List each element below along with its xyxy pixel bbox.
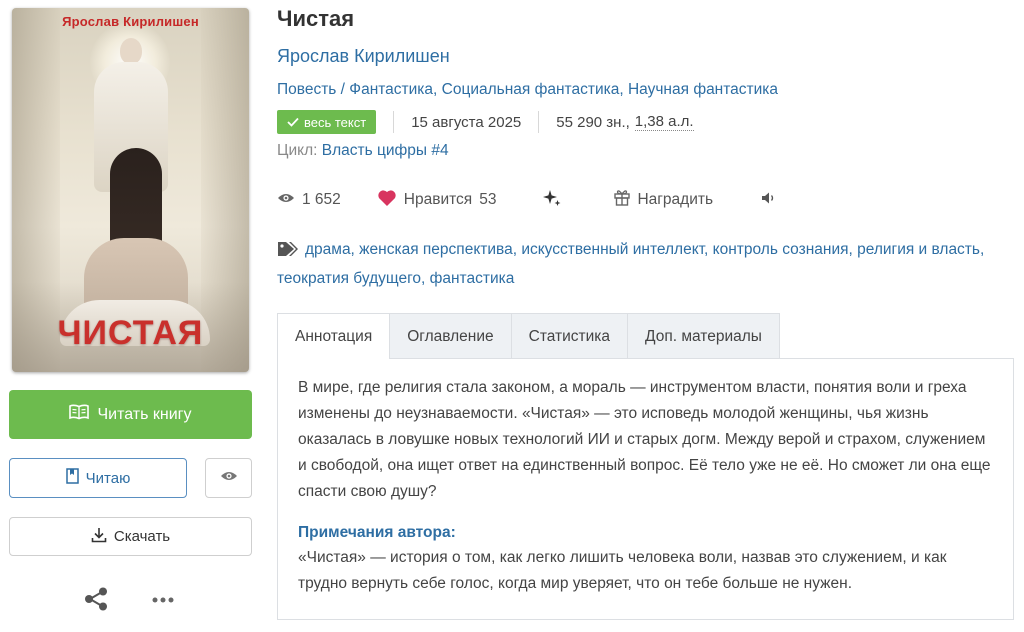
like-button[interactable]: Нравится 53 xyxy=(377,189,497,212)
heart-icon xyxy=(377,189,397,212)
gift-icon xyxy=(614,189,631,211)
reward-button[interactable]: Наградить xyxy=(614,189,713,211)
author-notes-title: Примечания автора: xyxy=(298,524,456,541)
views-count: 1 652 xyxy=(302,191,341,208)
speaker-icon xyxy=(761,191,777,210)
views-icon xyxy=(277,191,295,209)
likes-label: Нравится xyxy=(403,191,473,208)
check-icon xyxy=(287,115,299,130)
tab-extra-materials[interactable]: Доп. материалы xyxy=(627,313,780,359)
book-title: Чистая xyxy=(277,6,355,31)
download-label: Скачать xyxy=(113,528,171,545)
sparkle-button[interactable] xyxy=(542,188,562,213)
likes-count: 53 xyxy=(479,191,497,208)
full-text-label: весь текст xyxy=(304,114,367,130)
publish-date: 15 августа 2025 xyxy=(411,113,522,131)
cover-title: ЧИСТАЯ xyxy=(57,314,204,352)
sparkle-icon xyxy=(542,188,562,213)
more-icon[interactable] xyxy=(150,593,176,607)
book-tabs: Аннотация Оглавление Статистика Доп. мат… xyxy=(277,313,780,360)
book-chars: 55 290 зн., xyxy=(556,113,630,131)
listen-button[interactable] xyxy=(761,191,777,210)
cover-author: Ярослав Кирилишен xyxy=(62,14,199,29)
read-book-label: Читать книгу xyxy=(97,405,192,423)
views-stat: 1 652 xyxy=(277,191,341,209)
download-icon xyxy=(91,527,107,547)
reading-button[interactable]: Читаю xyxy=(9,458,187,498)
read-book-button[interactable]: Читать книгу xyxy=(9,390,252,439)
book-genres[interactable]: Повесть / Фантастика, Социальная фантаст… xyxy=(277,81,778,99)
annotation-panel: В мире, где религия стала законом, а мор… xyxy=(277,358,1014,620)
tags-list: драма, женская перспектива, искусственны… xyxy=(277,237,1007,292)
download-button[interactable]: Скачать xyxy=(9,517,252,556)
book-cycle: Цикл: Власть цифры #4 xyxy=(277,142,449,160)
tags-text[interactable]: драма, женская перспектива, искусственны… xyxy=(277,241,984,287)
eye-icon xyxy=(220,469,238,487)
book-author-link[interactable]: Ярослав Кирилишен xyxy=(277,46,450,67)
book-cover[interactable]: Ярослав Кирилишен ЧИСТАЯ xyxy=(12,8,249,372)
tag-icon xyxy=(277,240,299,266)
book-open-icon xyxy=(69,404,90,425)
watch-button[interactable] xyxy=(205,458,252,498)
book-meta-row: весь текст 15 августа 2025 55 290 зн., 1… xyxy=(277,110,694,134)
annotation-text: В мире, где религия стала законом, а мор… xyxy=(298,379,991,500)
meta-divider xyxy=(538,111,540,133)
cover-figure-head xyxy=(120,38,142,64)
cycle-link[interactable]: Власть цифры #4 xyxy=(322,142,449,159)
cycle-label: Цикл: xyxy=(277,142,318,159)
author-notes-text: «Чистая» — история о том, как легко лиши… xyxy=(298,549,947,592)
reward-label: Наградить xyxy=(637,191,714,208)
tab-statistics[interactable]: Статистика xyxy=(510,313,629,359)
share-icon[interactable] xyxy=(82,585,110,613)
tab-annotation[interactable]: Аннотация xyxy=(277,313,391,360)
meta-divider xyxy=(393,111,395,133)
full-text-badge: весь текст xyxy=(277,110,377,134)
reading-label: Читаю xyxy=(85,469,131,487)
stats-row: 1 652 Нравится 53 Наградить xyxy=(277,188,777,212)
book-sheets: 1,38 а.л. xyxy=(634,113,694,131)
tab-contents[interactable]: Оглавление xyxy=(389,313,512,359)
bookmark-icon xyxy=(65,468,79,488)
